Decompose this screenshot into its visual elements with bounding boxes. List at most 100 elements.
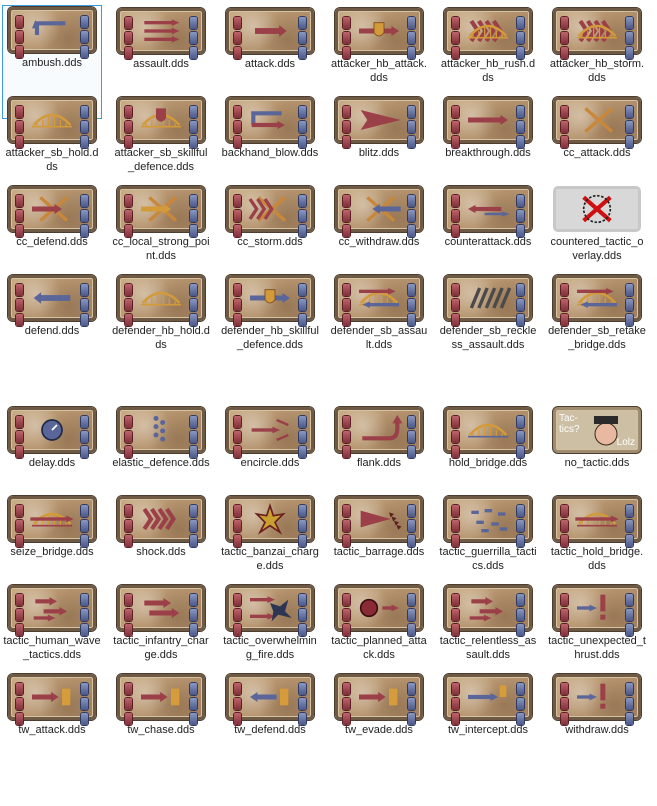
tactic-glyph-icon [32,688,71,706]
file-item-tw-chase[interactable]: tw_chase.dds [111,672,211,737]
file-item-counterattack[interactable]: counterattack.dds [438,184,538,249]
tactic-glyph-icon [141,291,181,306]
tactic-glyph-icon [468,115,508,125]
tactic-glyph-icon [468,685,507,702]
file-item-cc-withdraw[interactable]: cc_withdraw.dds [329,184,429,249]
file-item-blitz[interactable]: blitz.dds [329,95,429,160]
file-item-breakthrough[interactable]: breakthrough.dds [438,95,538,160]
tactic-guerrilla-tactics-icon [444,496,532,547]
cc-defend-icon [8,186,96,237]
file-name-label: attack.dds [244,58,296,70]
file-item-tactic-planned-attack[interactable]: tactic_planned_attack.dds [329,583,429,662]
file-item-flank[interactable]: flank.dds [329,405,429,470]
file-name-label: flank.dds [356,457,402,469]
file-name-label: tactic_barrage.dds [333,546,425,558]
file-item-assault[interactable]: assault.dds [111,6,211,71]
file-name-label: tactic_infantry_charge.dds [113,635,209,661]
tw-intercept-icon [444,674,532,725]
file-item-shock[interactable]: shock.dds [111,494,211,559]
file-item-tactic-barrage[interactable]: tactic_barrage.dds [329,494,429,559]
tactic-glyph-icon [153,415,166,442]
cc-withdraw-icon [335,186,423,237]
file-item-defender-hb-skillful-defence[interactable]: defender_hb_skillful_defence.dds [220,273,320,352]
file-item-no-tactic[interactable]: Tac-tics? Lolz no_tactic.dds [547,405,647,470]
file-name-label: backhand_blow.dds [221,147,319,159]
file-item-tactic-relentless-assault[interactable]: tactic_relentless_assault.dds [438,583,538,662]
file-name-label: tw_chase.dds [127,724,195,736]
file-name-label: ambush.dds [22,57,82,69]
file-item-tw-intercept[interactable]: tw_intercept.dds [438,672,538,737]
tactic-glyph-icon [360,510,402,530]
file-item-countered-tactic-overlay[interactable]: countered_tactic_overlay.dds [547,184,647,263]
file-item-cc-attack[interactable]: cc_attack.dds [547,95,647,160]
file-name-label: tactic_hold_bridge.dds [550,546,644,572]
file-item-tactic-infantry-charge[interactable]: tactic_infantry_charge.dds [111,583,211,662]
tactic-glyph-icon [141,688,180,706]
file-item-defender-hb-hold[interactable]: defender_hb_hold.dds [111,273,211,352]
file-item-attacker-sb-skillful-defence[interactable]: attacker_sb_skillful_defence.dds [111,95,211,174]
tactic-glyph-icon [360,110,401,130]
tactic-infantry-charge-icon [117,585,205,636]
attack-icon [226,8,314,59]
file-item-attacker-hb-attack[interactable]: attacker_hb_attack.dds [329,6,429,85]
tactic-glyph-icon [141,196,178,222]
tw-chase-icon [117,674,205,725]
file-item-encircle[interactable]: encircle.dds [220,405,320,470]
tactic-hold-bridge-icon [553,496,641,547]
defender-sb-assault-icon [335,275,423,326]
tactic-glyph-icon [33,292,71,304]
tactic-glyph-icon [577,288,617,308]
file-name-label: defend.dds [24,325,80,337]
file-name-label: tactic_human_wave_tactics.dds [3,635,101,661]
file-item-defender-sb-reckless-assault[interactable]: defender_sb_reckless_assault.dds [438,273,538,352]
file-item-tactic-guerrilla-tactics[interactable]: tactic_guerrilla_tactics.dds [438,494,538,573]
file-item-tactic-human-wave-tactics[interactable]: tactic_human_wave_tactics.dds [2,583,102,662]
file-item-seize-bridge[interactable]: seize_bridge.dds [2,494,102,559]
file-name-label: cc_local_strong_point.dds [112,236,210,262]
elastic-defence-icon [117,407,205,458]
tactic-glyph-icon [254,503,286,535]
file-item-backhand-blow[interactable]: backhand_blow.dds [220,95,320,160]
file-item-withdraw[interactable]: withdraw.dds [547,672,647,737]
tactic-glyph-icon [359,598,399,618]
file-item-elastic-defence[interactable]: elastic_defence.dds [111,405,211,470]
file-item-attacker-hb-storm[interactable]: attacker_hb_storm.dds [547,6,647,85]
tactic-glyph-icon [144,598,180,618]
tactic-banzai-charge-icon [226,496,314,547]
tactic-glyph-icon [584,107,614,133]
file-item-tactic-banzai-charge[interactable]: tactic_banzai_charge.dds [220,494,320,573]
file-name-label: tw_intercept.dds [447,724,529,736]
tactic-glyph-icon [32,20,66,35]
file-item-attack[interactable]: attack.dds [220,6,320,71]
file-name-label: tw_defend.dds [234,724,306,736]
file-name-label: attacker_hb_rush.dds [440,58,536,84]
file-item-tactic-hold-bridge[interactable]: tactic_hold_bridge.dds [547,494,647,573]
file-item-defender-sb-retake-bridge[interactable]: defender_sb_retake_bridge.dds [547,273,647,352]
file-item-defender-sb-assault[interactable]: defender_sb_assault.dds [329,273,429,352]
tactic-glyph-icon [248,196,287,222]
file-item-attacker-sb-hold[interactable]: attacker_sb_hold.dds [2,95,102,174]
tactic-glyph-icon [469,287,512,309]
file-name-label: withdraw.dds [565,724,629,736]
file-name-label: encircle.dds [240,457,300,469]
file-item-delay[interactable]: delay.dds [2,405,102,470]
file-name-label: counterattack.dds [444,236,532,248]
file-item-hold-bridge[interactable]: hold_bridge.dds [438,405,538,470]
tactic-glyph-icon [577,19,617,43]
file-item-tactic-overwhelming-fire[interactable]: tactic_overwhelming_fire.dds [220,583,320,662]
tactic-glyph-icon [32,113,72,128]
file-item-tw-evade[interactable]: tw_evade.dds [329,672,429,737]
file-item-defend[interactable]: defend.dds [2,273,102,338]
tactic-planned-attack-icon [335,585,423,636]
tactic-glyph-icon [468,204,510,217]
file-item-tactic-unexpected-thrust[interactable]: tactic_unexpected_thrust.dds [547,583,647,662]
file-item-cc-storm[interactable]: cc_storm.dds [220,184,320,249]
file-item-tw-attack[interactable]: tw_attack.dds [2,672,102,737]
file-item-tw-defend[interactable]: tw_defend.dds [220,672,320,737]
file-item-cc-defend[interactable]: cc_defend.dds [2,184,102,249]
file-name-label: attacker_sb_hold.dds [5,147,99,173]
file-item-cc-local-strong-point[interactable]: cc_local_strong_point.dds [111,184,211,263]
tactic-glyph-icon [366,196,401,222]
file-item-attacker-hb-rush[interactable]: attacker_hb_rush.dds [438,6,538,85]
tactic-glyph-icon [30,512,74,527]
